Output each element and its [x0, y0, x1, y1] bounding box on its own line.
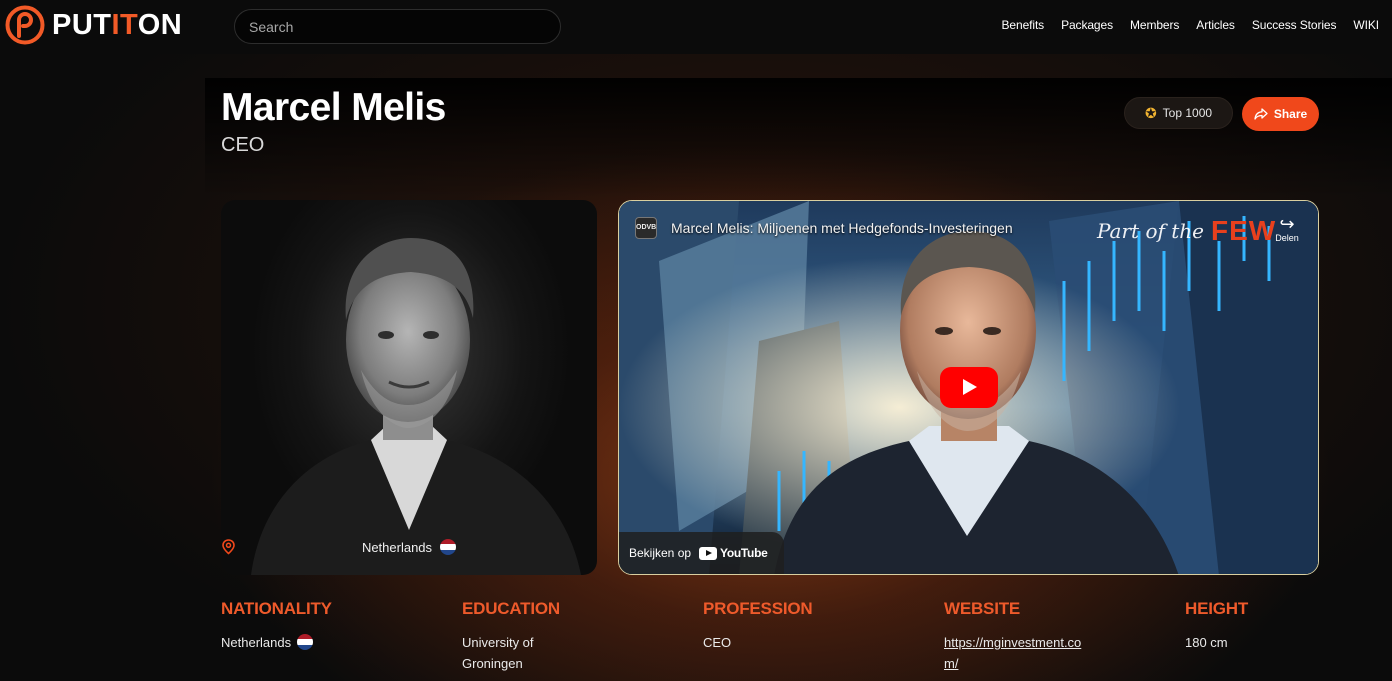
nav-wiki[interactable]: WIKI — [1353, 18, 1379, 32]
youtube-video-embed[interactable]: ODVB Marcel Melis: Miljoenen met Hedgefo… — [618, 200, 1319, 575]
video-title[interactable]: Marcel Melis: Miljoenen met Hedgefonds-I… — [671, 220, 1013, 236]
nationality-value: Netherlands — [221, 635, 292, 650]
netherlands-flag-icon — [297, 634, 314, 650]
video-share-label: Delen — [1275, 233, 1299, 243]
netherlands-flag-icon — [440, 539, 457, 555]
watch-label: Bekijken op — [629, 546, 692, 560]
fact-label: EDUCATION — [462, 599, 560, 618]
fact-height: HEIGHT 180 cm — [1185, 599, 1385, 653]
top-1000-badge[interactable]: ✪ Top 1000 — [1124, 97, 1233, 129]
youtube-wordmark: YouTube — [720, 546, 768, 560]
video-overlay-brand: FEW — [1211, 215, 1277, 246]
youtube-play-button[interactable] — [940, 367, 998, 408]
profile-photo-card: Netherlands — [221, 200, 597, 575]
profile-location: Netherlands — [221, 539, 597, 555]
medal-icon: ✪ — [1144, 105, 1157, 121]
share-button[interactable]: Share — [1242, 97, 1319, 131]
profile-facts: NATIONALITY Netherlands EDUCATION Univer… — [221, 599, 1321, 679]
fact-label: HEIGHT — [1185, 599, 1249, 618]
nav-packages[interactable]: Packages — [1061, 18, 1113, 32]
fact-value: Netherlands — [221, 632, 421, 653]
height-value: 180 cm — [1185, 635, 1228, 650]
website-link[interactable]: https://mginvestment.com/ — [944, 635, 1081, 671]
watch-on-youtube[interactable]: Bekijken op YouTube — [619, 532, 784, 574]
youtube-logo: YouTube — [699, 546, 768, 560]
channel-avatar[interactable]: ODVB — [635, 217, 657, 239]
fact-label: WEBSITE — [944, 599, 1021, 618]
putiton-logo-icon — [5, 5, 45, 45]
top-navigation-bar: PUTITON Benefits Packages Members Articl… — [0, 0, 1392, 54]
education-value: University of Groningen — [462, 635, 534, 671]
fact-label: PROFESSION — [703, 599, 813, 618]
nav-members[interactable]: Members — [1130, 18, 1179, 32]
nav-success-stories[interactable]: Success Stories — [1252, 18, 1337, 32]
website-value: https://mginvestment.com/ — [944, 632, 1094, 674]
profile-portrait — [251, 238, 581, 575]
video-share-button[interactable]: ↪ Delen — [1270, 215, 1304, 243]
share-label: Share — [1273, 107, 1308, 121]
putiton-logo[interactable]: PUTITON — [5, 4, 182, 46]
nav-articles[interactable]: Articles — [1196, 18, 1235, 32]
fact-nationality: NATIONALITY Netherlands — [221, 599, 421, 653]
main-nav: Benefits Packages Members Articles Succe… — [1002, 18, 1380, 32]
youtube-play-icon — [699, 546, 718, 560]
badge-label: Top 1000 — [1162, 106, 1213, 120]
fact-profession: PROFESSION CEO — [703, 599, 903, 653]
fact-label: NATIONALITY — [221, 599, 332, 618]
logo-wordmark: PUTITON — [52, 8, 183, 41]
fact-website: WEBSITE https://mginvestment.com/ — [944, 599, 1094, 674]
profile-name: Marcel Melis — [221, 86, 446, 129]
share-icon — [1254, 108, 1268, 120]
search-input[interactable] — [234, 9, 561, 44]
fact-education: EDUCATION University of Groningen — [462, 599, 572, 674]
nav-benefits[interactable]: Benefits — [1002, 18, 1045, 32]
video-header: ODVB Marcel Melis: Miljoenen met Hedgefo… — [635, 217, 1013, 239]
location-pin-icon — [222, 539, 235, 555]
profile-role: CEO — [221, 134, 265, 156]
share-arrow-icon: ↪ — [1279, 214, 1295, 234]
video-overlay-script: Part of the — [1097, 219, 1204, 243]
profession-value: CEO — [703, 635, 732, 650]
location-label: Netherlands — [361, 539, 433, 555]
